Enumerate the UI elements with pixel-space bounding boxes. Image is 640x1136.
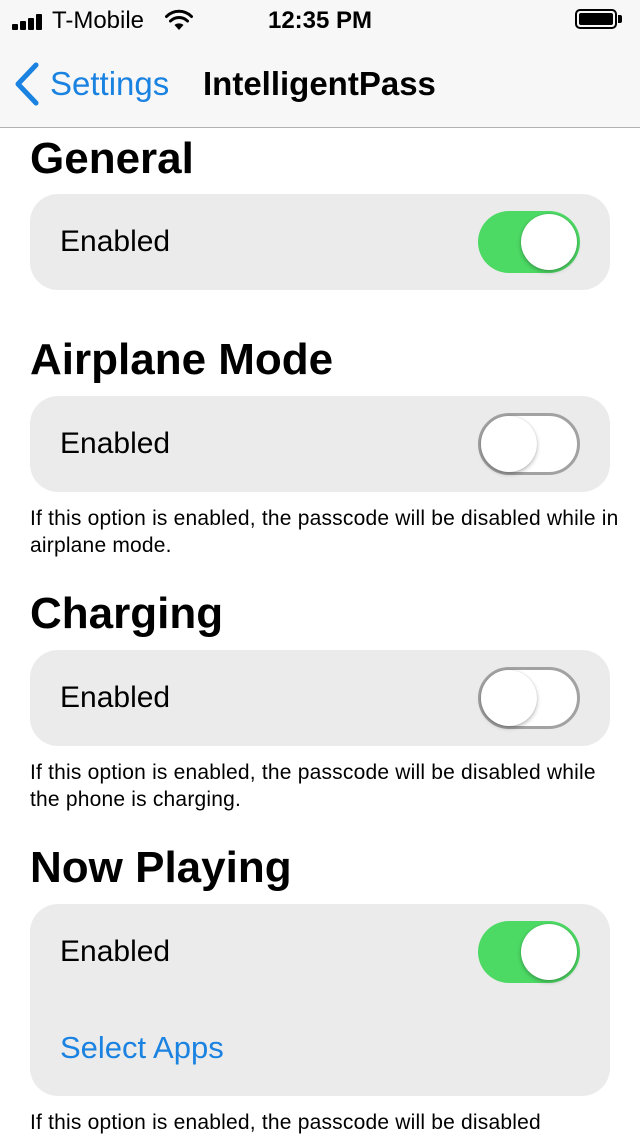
toggle-knob <box>521 214 577 270</box>
card-now-playing: Enabled Select Apps <box>30 904 610 1096</box>
section-title-airplane-mode: Airplane Mode <box>30 335 334 384</box>
row-label-enabled: Enabled <box>60 225 171 258</box>
page-title: IntelligentPass <box>203 65 436 102</box>
section-title-now-playing: Now Playing <box>30 843 292 892</box>
navigation-bar: Settings IntelligentPass <box>0 40 640 128</box>
section-title-charging: Charging <box>30 589 224 638</box>
charging-footnote: If this option is enabled, the passcode … <box>30 761 596 811</box>
select-apps-link[interactable]: Select Apps <box>60 1030 224 1066</box>
card-general: Enabled <box>30 194 610 290</box>
card-airplane-mode: Enabled <box>30 396 610 492</box>
general-enabled-toggle[interactable] <box>478 211 580 273</box>
row-label-enabled: Enabled <box>60 681 171 714</box>
row-label-enabled: Enabled <box>60 427 171 460</box>
now-playing-footnote: If this option is enabled, the passcode … <box>30 1111 541 1134</box>
now-playing-enabled-toggle[interactable] <box>478 921 580 983</box>
card-charging: Enabled <box>30 650 610 746</box>
settings-screen: T-Mobile 12:35 PM Settings IntelligentPa… <box>0 0 640 1136</box>
section-title-general: General <box>30 134 194 183</box>
row-label-enabled: Enabled <box>60 935 171 968</box>
charging-enabled-toggle[interactable] <box>478 667 580 729</box>
airplane-mode-footnote: If this option is enabled, the passcode … <box>30 507 619 557</box>
battery-icon <box>575 9 623 31</box>
airplane-mode-enabled-toggle[interactable] <box>478 413 580 475</box>
status-bar: T-Mobile 12:35 PM <box>0 0 640 40</box>
back-button[interactable]: Settings <box>14 62 169 106</box>
back-button-label: Settings <box>50 65 170 102</box>
toggle-knob <box>521 924 577 980</box>
chevron-left-icon <box>15 62 39 106</box>
toggle-knob <box>481 416 537 472</box>
status-time: 12:35 PM <box>267 7 373 34</box>
toggle-knob <box>481 670 537 726</box>
